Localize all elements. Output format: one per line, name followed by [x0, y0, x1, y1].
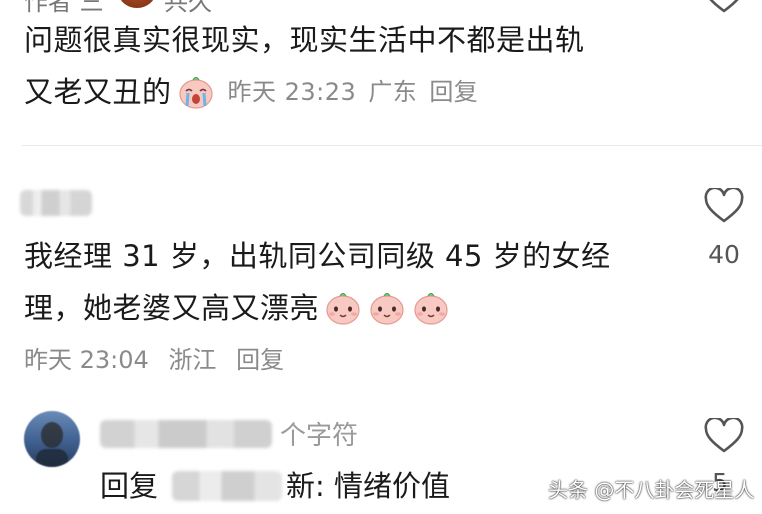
- previous-comment-avatar: [118, 0, 156, 8]
- comment-divider: [22, 145, 762, 146]
- smiling-face-emoji-icon: [323, 288, 363, 328]
- comment-location: 广东: [368, 78, 418, 106]
- avatar[interactable]: [24, 411, 80, 467]
- comment-meta: 昨天 23:04 浙江 回复: [24, 340, 284, 375]
- comment-text-line: 我经理 31 岁，出轨同公司同级 45 岁的女经: [24, 239, 611, 273]
- comment-time: 昨天 23:23: [227, 78, 357, 106]
- like-heart-icon[interactable]: [704, 0, 744, 14]
- reply-prefix: 回复: [100, 469, 159, 503]
- like-heart-icon[interactable]: [704, 186, 744, 224]
- like-count: 40: [708, 240, 740, 269]
- username-suffix: 个字符: [280, 421, 359, 451]
- comment-location: 浙江: [168, 346, 217, 374]
- reply-button[interactable]: 回复: [236, 346, 284, 374]
- comment-text: 理，她老婆又高又漂亮: [24, 291, 320, 325]
- reply-text-line: 回复 新: 情绪价值: [100, 462, 450, 510]
- reply-text: 新: 情绪价值: [286, 469, 451, 503]
- reply-button[interactable]: 回复: [429, 66, 478, 118]
- comment-text: 又老又丑的: [24, 75, 172, 109]
- smiling-face-emoji-icon: [411, 288, 451, 328]
- comment-text-line: 问题很真实很现实，现实生活中不都是出轨: [24, 23, 585, 57]
- blurred-username[interactable]: [20, 190, 92, 216]
- comment-time: 昨天 23:04: [24, 346, 149, 374]
- comment-text-line: 又老又丑的 昨天 23:23 广东 回复: [24, 66, 478, 118]
- comment-text-line: 理，她老婆又高又漂亮: [24, 282, 451, 334]
- watermark: 头条 @不八卦会死星人: [548, 478, 755, 502]
- crying-face-emoji-icon: [176, 72, 216, 112]
- smiling-face-emoji-icon: [367, 288, 407, 328]
- like-heart-icon[interactable]: [704, 416, 744, 454]
- blurred-username[interactable]: [100, 420, 272, 448]
- blurred-reply-target[interactable]: [172, 471, 283, 501]
